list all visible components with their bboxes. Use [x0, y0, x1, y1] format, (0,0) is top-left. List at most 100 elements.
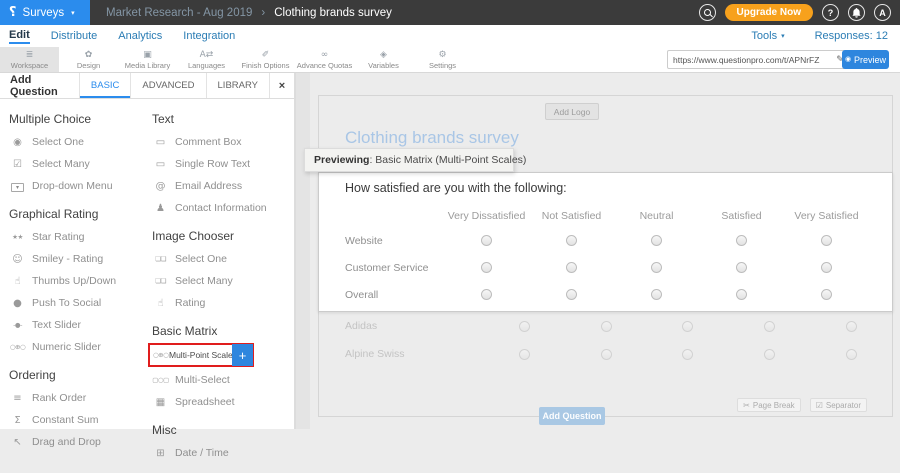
- images-icon: ❏❏: [152, 277, 169, 285]
- radio-button[interactable]: [736, 235, 747, 246]
- radio-button[interactable]: [519, 349, 530, 360]
- radio-button[interactable]: [651, 289, 662, 300]
- radio-button[interactable]: [566, 262, 577, 273]
- preview-button[interactable]: ◉ Preview: [842, 50, 889, 69]
- tab-advanced[interactable]: ADVANCED: [130, 73, 205, 98]
- qtype-multi-point-scales[interactable]: ○⊕○ Multi-Point Scales +: [148, 343, 254, 367]
- matrix-header-row: Very Dissatisfied Not Satisfied Neutral …: [319, 204, 892, 227]
- breadcrumb-parent[interactable]: Market Research - Aug 2019: [106, 7, 252, 19]
- qtype-image-select-one[interactable]: ❏❏Select One: [152, 248, 292, 270]
- tab-basic[interactable]: BASIC: [79, 73, 131, 98]
- matrix-row-overall: Overall: [319, 281, 892, 308]
- nav-tab-integration[interactable]: Integration: [183, 30, 235, 42]
- radio-button[interactable]: [481, 262, 492, 273]
- radio-button[interactable]: [651, 262, 662, 273]
- notifications-button[interactable]: [848, 4, 865, 21]
- radio-button[interactable]: [566, 289, 577, 300]
- add-logo-button[interactable]: Add Logo: [545, 103, 599, 120]
- thumb-icon: ☝: [9, 276, 26, 287]
- close-panel-button[interactable]: ×: [269, 73, 294, 98]
- qtype-image-select-many[interactable]: ❏❏Select Many: [152, 270, 292, 292]
- responses-count[interactable]: Responses: 12: [815, 30, 888, 42]
- separator-button[interactable]: ☑Separator: [810, 398, 867, 412]
- qtype-date-time[interactable]: ⊞Date / Time: [152, 442, 292, 464]
- upgrade-button[interactable]: Upgrade Now: [725, 4, 813, 21]
- qtype-smiley-rating[interactable]: ☺Smiley - Rating: [9, 248, 145, 270]
- section-header: Graphical Rating: [9, 207, 145, 221]
- radio-button[interactable]: [519, 321, 530, 332]
- toolbar-finish-options[interactable]: ✐ Finish Options: [236, 47, 295, 72]
- survey-url-input[interactable]: [668, 55, 831, 65]
- toolbar-workspace[interactable]: ≣ Workspace: [0, 47, 59, 72]
- radio-button[interactable]: [736, 262, 747, 273]
- smiley-icon: ☺: [9, 254, 26, 265]
- qtype-constant-sum[interactable]: ΣConstant Sum: [9, 409, 145, 431]
- toolbar-media-library[interactable]: ▣ Media Library: [118, 47, 177, 72]
- qtype-text-slider[interactable]: -●-Text Slider: [9, 314, 145, 336]
- qtype-drag-and-drop[interactable]: ↖Drag and Drop: [9, 431, 145, 453]
- radio-button[interactable]: [821, 235, 832, 246]
- rank-list-icon: ≡: [9, 393, 26, 404]
- qtype-dropdown-menu[interactable]: ▾ Drop-down Menu: [9, 175, 145, 197]
- radio-button[interactable]: [821, 262, 832, 273]
- radio-button[interactable]: [566, 235, 577, 246]
- toolbar-advance-quotas[interactable]: ∞ Advance Quotas: [295, 47, 354, 72]
- toolbar-variables[interactable]: ◈ Variables: [354, 47, 413, 72]
- page-break-button[interactable]: ✂Page Break: [737, 398, 801, 412]
- qtype-comment-box[interactable]: ▭Comment Box: [152, 131, 292, 153]
- qtype-numeric-slider[interactable]: ○⊕○Numeric Slider: [9, 336, 145, 358]
- survey-title[interactable]: Clothing brands survey: [345, 128, 519, 148]
- radio-button[interactable]: [481, 289, 492, 300]
- toolbar-settings[interactable]: ⚙ Settings: [413, 47, 472, 72]
- radio-button[interactable]: [601, 321, 612, 332]
- qtype-select-many[interactable]: ☑Select Many: [9, 153, 145, 175]
- nav-tab-analytics[interactable]: Analytics: [118, 30, 162, 42]
- matrix-column-header: Neutral: [614, 210, 699, 222]
- search-button[interactable]: [699, 4, 716, 21]
- qtype-multi-select[interactable]: ▢○▢Multi-Select: [152, 369, 292, 391]
- qtype-email-address[interactable]: @Email Address: [152, 175, 292, 197]
- radio-button[interactable]: [846, 321, 857, 332]
- section-multiple-choice: Multiple Choice ◉Select One ☑Select Many…: [9, 112, 145, 197]
- radio-button[interactable]: [682, 349, 693, 360]
- nav-tab-distribute[interactable]: Distribute: [51, 30, 97, 42]
- add-question-button[interactable]: Add Question: [539, 407, 605, 425]
- page-break-label: Page Break: [753, 401, 795, 410]
- qtype-single-row-text[interactable]: ▭Single Row Text: [152, 153, 292, 175]
- qtype-rank-order[interactable]: ≡ Rank Order: [9, 387, 145, 409]
- qtype-spreadsheet[interactable]: ▦Spreadsheet: [152, 391, 292, 413]
- toolbar-design[interactable]: ✿ Design: [59, 47, 118, 72]
- radio-button[interactable]: [764, 349, 775, 360]
- qtype-star-rating[interactable]: ★★Star Rating: [9, 226, 145, 248]
- add-multi-point-scales-button[interactable]: +: [232, 344, 253, 366]
- qtype-label: Drop-down Menu: [32, 180, 113, 192]
- qtype-label: Text Slider: [32, 319, 81, 331]
- thumb-icon: ☝: [152, 298, 169, 309]
- radio-button[interactable]: [651, 235, 662, 246]
- dropdown-caret: ▾: [11, 183, 24, 192]
- panel-scrollbar[interactable]: [295, 73, 310, 429]
- tab-library[interactable]: LIBRARY: [206, 73, 269, 98]
- qtype-select-one[interactable]: ◉Select One: [9, 131, 145, 153]
- radio-button[interactable]: [846, 349, 857, 360]
- product-switcher[interactable]: ? Surveys ▾: [0, 0, 90, 25]
- help-button[interactable]: ?: [822, 4, 839, 21]
- qtype-push-to-social[interactable]: ●Push To Social: [9, 292, 145, 314]
- qtype-thumbs-up-down[interactable]: ☝Thumbs Up/Down: [9, 270, 145, 292]
- radio-button[interactable]: [601, 349, 612, 360]
- radio-button[interactable]: [821, 289, 832, 300]
- close-icon: ×: [279, 80, 285, 92]
- toolbar-label: Languages: [188, 61, 225, 70]
- qtype-image-rating[interactable]: ☝Rating: [152, 292, 292, 314]
- qtype-label: Rank Order: [32, 392, 86, 404]
- radio-button[interactable]: [682, 321, 693, 332]
- radio-button[interactable]: [764, 321, 775, 332]
- account-button[interactable]: A: [874, 4, 891, 21]
- tools-menu[interactable]: Tools▾: [751, 30, 784, 42]
- qtype-contact-information[interactable]: ♟Contact Information: [152, 197, 292, 219]
- toolbar-languages[interactable]: A⇄ Languages: [177, 47, 236, 72]
- qtype-label: Multi-Point Scales: [169, 350, 237, 360]
- radio-button[interactable]: [736, 289, 747, 300]
- nav-tab-edit[interactable]: Edit: [9, 29, 30, 44]
- radio-button[interactable]: [481, 235, 492, 246]
